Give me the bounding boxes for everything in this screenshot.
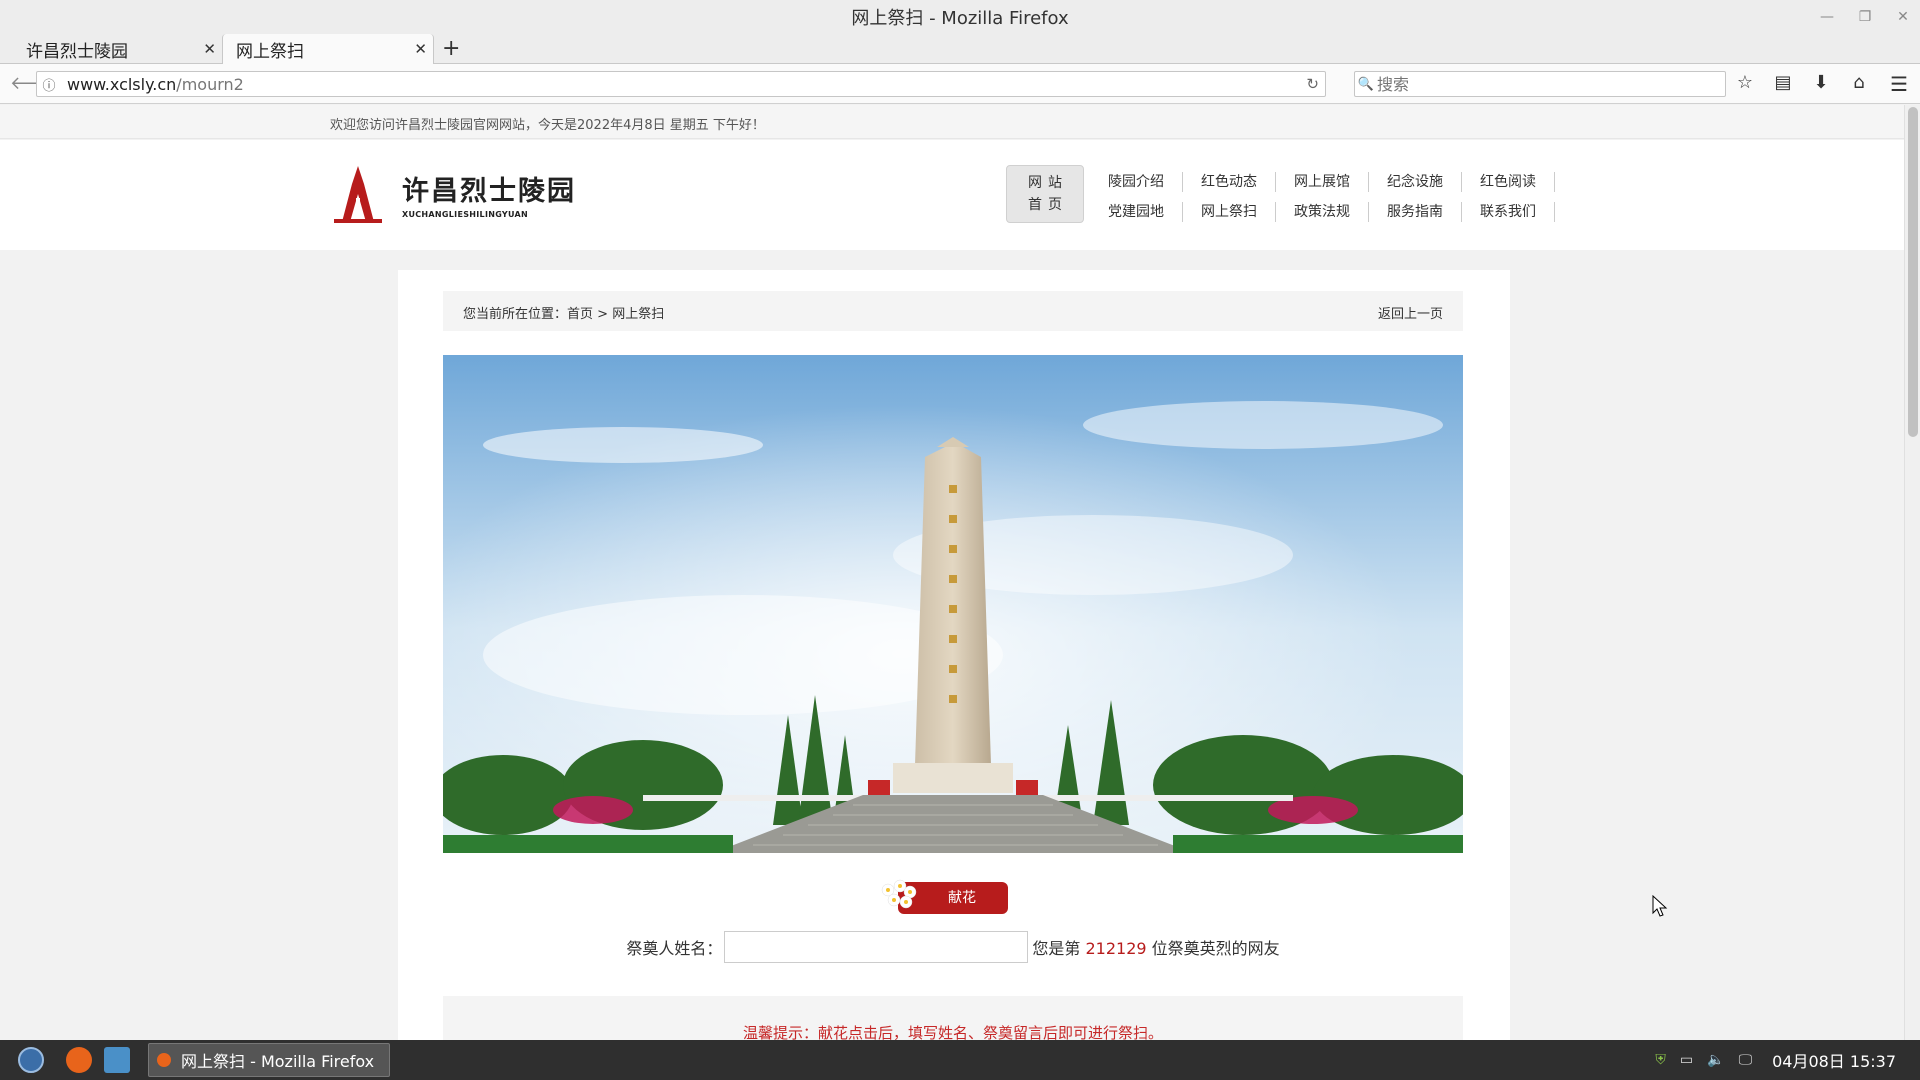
tab-xuchang-cemetery[interactable]: 许昌烈士陵园 ✕: [0, 34, 222, 64]
breadcrumb-home-link[interactable]: 首页: [567, 307, 593, 322]
nav-item-memorial-facilities[interactable]: 纪念设施: [1369, 172, 1462, 192]
minimize-icon[interactable]: —: [1820, 9, 1834, 25]
clock[interactable]: 04月08日 15:37: [1772, 1048, 1896, 1072]
go-back-link[interactable]: 返回上一页: [1378, 303, 1443, 322]
mourner-name-label: 祭奠人姓名：: [626, 939, 723, 958]
shield-icon[interactable]: ⛨: [1655, 1052, 1666, 1068]
mourner-form: 祭奠人姓名： 您是第 212129 位祭奠英烈的网友: [443, 930, 1463, 964]
firefox-icon: [157, 1053, 171, 1067]
nav-item-service-guide[interactable]: 服务指南: [1369, 202, 1462, 222]
mouse-cursor-icon: [1652, 895, 1668, 917]
tab-label: 许昌烈士陵园: [26, 41, 128, 62]
reading-list-icon[interactable]: ▤: [1774, 72, 1792, 93]
volume-icon[interactable]: 🔈: [1707, 1052, 1724, 1068]
page-viewport: 欢迎您访问许昌烈士陵园官网网站，今天是2022年4月8日 星期五 下午好！ 许昌…: [0, 105, 1904, 1040]
logo-pinyin-name: XUCHANGLIESHILINGYUAN: [402, 210, 529, 219]
window-titlebar: 网上祭扫 - Mozilla Firefox — ❐ ✕: [0, 0, 1920, 34]
bookmark-star-icon[interactable]: ☆: [1736, 72, 1754, 93]
scrollbar-thumb[interactable]: [1908, 107, 1918, 437]
tab-close-icon[interactable]: ✕: [414, 40, 427, 58]
breadcrumb-path: 您当前所在位置：首页 > 网上祭扫: [463, 307, 665, 322]
tab-bar: 许昌烈士陵园 ✕ 网上祭扫 ✕ +: [0, 34, 1920, 65]
tab-mourn[interactable]: 网上祭扫 ✕: [222, 34, 434, 65]
nav-item-online-exhibition[interactable]: 网上展馆: [1276, 172, 1369, 192]
search-icon: 🔍: [1357, 76, 1375, 92]
welcome-text: 欢迎您访问许昌烈士陵园官网网站，今天是2022年4月8日 星期五 下午好！: [330, 118, 765, 133]
page-scrollbar[interactable]: [1904, 105, 1920, 1040]
tips-text: 温馨提示：献花点击后，填写姓名、祭奠留言后即可进行祭扫。: [742, 1024, 1163, 1040]
taskbar-window-label: 网上祭扫 - Mozilla Firefox: [181, 1052, 375, 1071]
url-text[interactable]: www.xclsly.cn/mourn2: [61, 75, 244, 94]
tab-close-icon[interactable]: ✕: [203, 40, 216, 58]
mourner-name-input[interactable]: [724, 931, 1029, 963]
flower-bouquet-icon: [881, 879, 917, 909]
hamburger-menu-icon[interactable]: ☰: [1890, 72, 1908, 96]
firefox-launcher-icon[interactable]: [66, 1047, 92, 1073]
close-window-icon[interactable]: ✕: [1896, 9, 1910, 25]
nav-item-cemetery-intro[interactable]: 陵园介绍: [1090, 172, 1183, 192]
site-info-icon[interactable]: ⓘ: [37, 75, 61, 94]
system-tray: ⛨ ▭ 🔈 🖵 04月08日 15:37: [1655, 1040, 1896, 1080]
breadcrumb: 您当前所在位置：首页 > 网上祭扫 返回上一页: [443, 291, 1463, 331]
url-bar[interactable]: ⓘ www.xclsly.cn/mourn2 ↻: [36, 71, 1326, 97]
file-manager-launcher-icon[interactable]: [104, 1047, 130, 1073]
logo-chinese-name: 许昌烈士陵园: [402, 176, 576, 207]
restore-icon[interactable]: ❐: [1858, 9, 1872, 25]
window-title: 网上祭扫 - Mozilla Firefox: [851, 8, 1069, 29]
offer-flowers-button[interactable]: 献花: [878, 878, 1008, 914]
toolbar-icons: ☆ ▤ ⬇ ⌂: [1736, 72, 1868, 93]
breadcrumb-current[interactable]: 网上祭扫: [612, 307, 664, 322]
tab-label: 网上祭扫: [236, 42, 304, 62]
taskbar-window-firefox[interactable]: 网上祭扫 - Mozilla Firefox: [148, 1043, 390, 1077]
site-logo[interactable]: 许昌烈士陵园 XUCHANGLIESHILINGYUAN: [330, 164, 576, 224]
home-icon[interactable]: ⌂: [1850, 72, 1868, 93]
tips-box: 温馨提示：献花点击后，填写姓名、祭奠留言后即可进行祭扫。: [443, 996, 1463, 1040]
new-tab-icon[interactable]: +: [442, 36, 460, 61]
site-header: 许昌烈士陵园 XUCHANGLIESHILINGYUAN 网站 首页 陵园介绍 …: [0, 140, 1904, 250]
download-icon[interactable]: ⬇: [1812, 72, 1830, 93]
mourner-count-text: 您是第 212129 位祭奠英烈的网友: [1032, 939, 1280, 958]
site-home-button[interactable]: 网站 首页: [1006, 165, 1084, 223]
nav-item-red-reading[interactable]: 红色阅读: [1462, 172, 1555, 192]
navigation-toolbar: 🡐 ⓘ www.xclsly.cn/mourn2 ↻ 🔍 ☆ ▤ ⬇ ⌂ ☰: [0, 64, 1920, 104]
reload-icon[interactable]: ↻: [1306, 75, 1319, 93]
main-nav: 陵园介绍 红色动态 网上展馆 纪念设施 红色阅读 党建园地 网上祭扫 政策法规 …: [1090, 172, 1555, 222]
logo-text: 许昌烈士陵园 XUCHANGLIESHILINGYUAN: [402, 169, 576, 219]
main-content: 您当前所在位置：首页 > 网上祭扫 返回上一页 献花 祭奠人姓名： 您是第 21…: [398, 270, 1510, 1040]
monument-logo-icon: [334, 166, 382, 223]
nav-item-party-building[interactable]: 党建园地: [1090, 202, 1183, 222]
search-input[interactable]: [1377, 74, 1707, 94]
nav-item-policies[interactable]: 政策法规: [1276, 202, 1369, 222]
search-bar[interactable]: 🔍: [1354, 71, 1726, 97]
taskbar: 网上祭扫 - Mozilla Firefox ⛨ ▭ 🔈 🖵 04月08日 15…: [0, 1040, 1920, 1080]
welcome-bar: 欢迎您访问许昌烈士陵园官网网站，今天是2022年4月8日 星期五 下午好！: [0, 105, 1904, 139]
keyboard-icon[interactable]: ▭: [1680, 1052, 1693, 1068]
nav-item-red-news[interactable]: 红色动态: [1183, 172, 1276, 192]
nav-item-online-mourning[interactable]: 网上祭扫: [1183, 202, 1276, 222]
network-icon[interactable]: 🖵: [1739, 1052, 1753, 1068]
window-controls: — ❐ ✕: [1820, 0, 1910, 34]
mourner-count: 212129: [1085, 939, 1147, 958]
monument-banner-image: [443, 355, 1463, 853]
start-menu-icon[interactable]: [18, 1047, 44, 1073]
nav-item-contact[interactable]: 联系我们: [1462, 202, 1555, 222]
